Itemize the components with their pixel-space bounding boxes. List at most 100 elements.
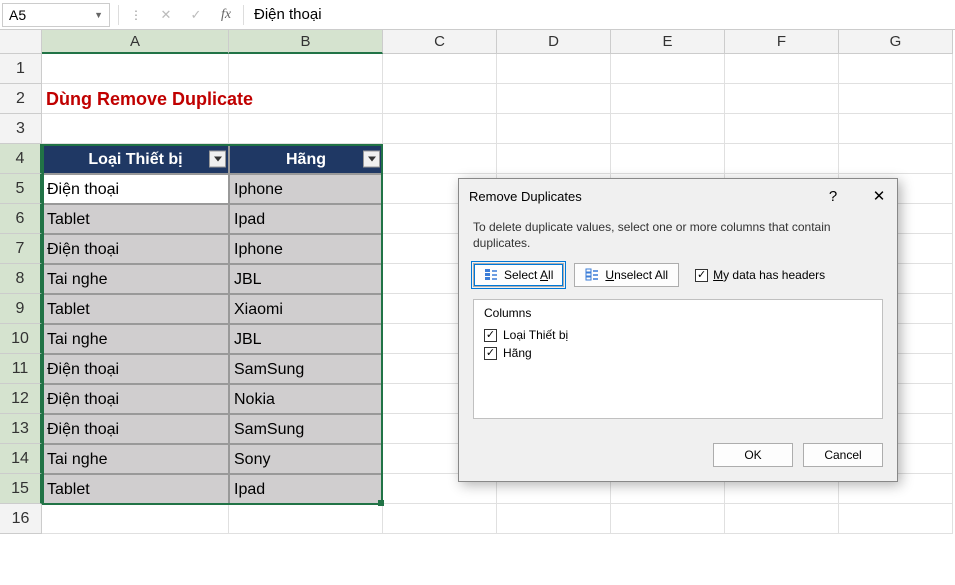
cell[interactable]	[383, 84, 497, 114]
dialog-titlebar[interactable]: Remove Duplicates ? ✕	[459, 179, 897, 213]
cell[interactable]	[839, 504, 953, 534]
row-header[interactable]: 16	[0, 504, 42, 534]
cell[interactable]	[611, 114, 725, 144]
cell[interactable]	[611, 504, 725, 534]
cell[interactable]	[839, 54, 953, 84]
row-header[interactable]: 9	[0, 294, 42, 324]
table-cell[interactable]: Ipad	[229, 474, 383, 504]
table-cell[interactable]: Tablet	[42, 474, 229, 504]
cell[interactable]	[42, 54, 229, 84]
table-cell[interactable]: Tai nghe	[42, 444, 229, 474]
cell[interactable]	[497, 54, 611, 84]
table-cell[interactable]: SamSung	[229, 414, 383, 444]
row-header[interactable]: 13	[0, 414, 42, 444]
cell[interactable]	[229, 54, 383, 84]
enter-icon[interactable]: ✓	[181, 3, 211, 27]
cell[interactable]	[497, 504, 611, 534]
formula-input[interactable]: Điện thoại	[246, 6, 955, 23]
help-icon[interactable]: ?	[825, 188, 841, 205]
table-cell[interactable]: Iphone	[229, 234, 383, 264]
table-cell[interactable]: Điện thoại	[42, 384, 229, 414]
cell[interactable]	[725, 84, 839, 114]
cell[interactable]	[383, 54, 497, 84]
table-cell[interactable]: Sony	[229, 444, 383, 474]
col-header-F[interactable]: F	[725, 30, 839, 54]
cell[interactable]	[611, 54, 725, 84]
formula-dropdown-icon[interactable]: ⋮	[121, 3, 151, 27]
table-cell[interactable]: Điện thoại	[42, 354, 229, 384]
row-header[interactable]: 1	[0, 54, 42, 84]
cell[interactable]	[383, 144, 497, 174]
fx-icon[interactable]: fx	[211, 3, 241, 27]
table-cell[interactable]: JBL	[229, 264, 383, 294]
cell[interactable]	[839, 114, 953, 144]
cancel-icon[interactable]: ✕	[151, 3, 181, 27]
select-all-corner[interactable]	[0, 30, 42, 54]
row-header[interactable]: 3	[0, 114, 42, 144]
row-header[interactable]: 8	[0, 264, 42, 294]
cell[interactable]	[497, 114, 611, 144]
my-data-has-headers-checkbox[interactable]: ✓ My data has headers	[695, 268, 825, 282]
table-cell[interactable]: Điện thoại	[42, 414, 229, 444]
filter-dropdown-icon[interactable]	[363, 151, 380, 168]
filter-dropdown-icon[interactable]	[209, 151, 226, 168]
cell[interactable]	[611, 144, 725, 174]
row-header[interactable]: 5	[0, 174, 42, 204]
table-cell[interactable]: Iphone	[229, 174, 383, 204]
cell[interactable]	[725, 504, 839, 534]
row-header[interactable]: 2	[0, 84, 42, 114]
table-cell[interactable]: Tablet	[42, 204, 229, 234]
cell[interactable]	[229, 114, 383, 144]
cell[interactable]	[611, 84, 725, 114]
cell[interactable]	[42, 114, 229, 144]
name-box-dropdown-icon[interactable]: ▼	[94, 10, 103, 20]
table-header[interactable]: Hãng	[229, 144, 383, 174]
table-cell[interactable]: Nokia	[229, 384, 383, 414]
col-header-B[interactable]: B	[229, 30, 383, 54]
table-cell[interactable]: Tai nghe	[42, 324, 229, 354]
column-option[interactable]: ✓ Loại Thiết bị	[484, 326, 872, 344]
table-header[interactable]: Loại Thiết bị	[42, 144, 229, 174]
select-all-button[interactable]: Select All	[473, 263, 564, 287]
name-box[interactable]: A5 ▼	[2, 3, 110, 27]
row-header[interactable]: 7	[0, 234, 42, 264]
col-header-D[interactable]: D	[497, 30, 611, 54]
table-cell[interactable]: Ipad	[229, 204, 383, 234]
cell[interactable]	[229, 504, 383, 534]
row-header[interactable]: 6	[0, 204, 42, 234]
row-header[interactable]: 14	[0, 444, 42, 474]
title-cell[interactable]: Dùng Remove Duplicate	[42, 84, 229, 114]
row-header[interactable]: 10	[0, 324, 42, 354]
table-cell[interactable]: Tai nghe	[42, 264, 229, 294]
active-cell[interactable]: Điện thoại	[42, 174, 229, 204]
table-cell[interactable]: Tablet	[42, 294, 229, 324]
row-header[interactable]: 4	[0, 144, 42, 174]
row-header[interactable]: 11	[0, 354, 42, 384]
col-header-C[interactable]: C	[383, 30, 497, 54]
table-cell[interactable]: Điện thoại	[42, 234, 229, 264]
cell[interactable]	[497, 84, 611, 114]
unselect-all-button[interactable]: Unselect All	[574, 263, 679, 287]
row-header[interactable]: 12	[0, 384, 42, 414]
cell[interactable]	[725, 144, 839, 174]
col-header-E[interactable]: E	[611, 30, 725, 54]
cancel-button[interactable]: Cancel	[803, 443, 883, 467]
table-cell[interactable]: JBL	[229, 324, 383, 354]
col-header-A[interactable]: A	[42, 30, 229, 54]
cell[interactable]	[383, 114, 497, 144]
table-cell[interactable]: Xiaomi	[229, 294, 383, 324]
table-cell[interactable]: SamSung	[229, 354, 383, 384]
cell[interactable]	[839, 144, 953, 174]
cell[interactable]	[725, 114, 839, 144]
cell[interactable]	[839, 84, 953, 114]
cell[interactable]	[42, 504, 229, 534]
cell[interactable]	[497, 144, 611, 174]
column-option[interactable]: ✓ Hãng	[484, 344, 872, 362]
cell[interactable]	[725, 54, 839, 84]
col-header-G[interactable]: G	[839, 30, 953, 54]
close-icon[interactable]: ✕	[871, 187, 887, 205]
ok-button[interactable]: OK	[713, 443, 793, 467]
columns-listbox[interactable]: Columns ✓ Loại Thiết bị ✓ Hãng	[473, 299, 883, 419]
cell[interactable]	[383, 504, 497, 534]
row-header[interactable]: 15	[0, 474, 42, 504]
